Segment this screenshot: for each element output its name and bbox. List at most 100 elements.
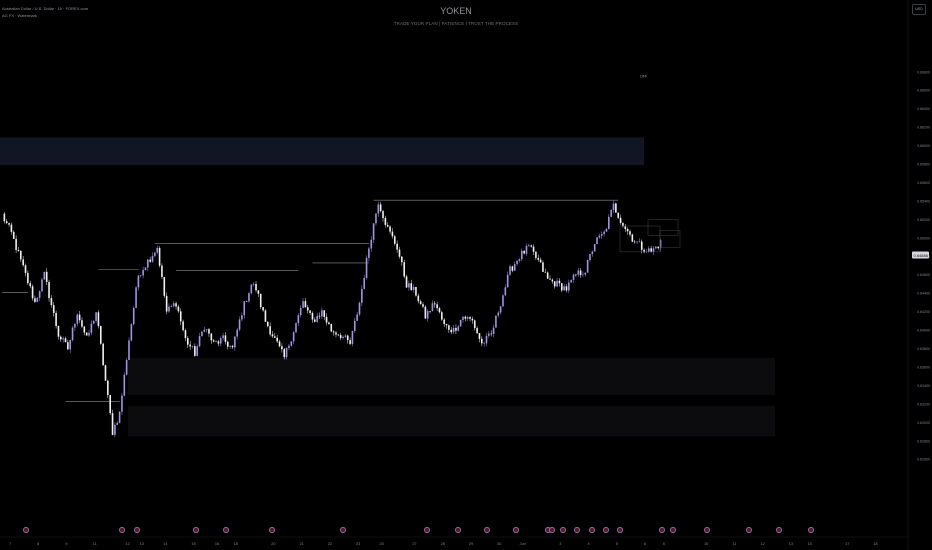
candle-body: [563, 286, 565, 291]
candle-body: [283, 349, 286, 358]
event-marker[interactable]: [193, 527, 199, 533]
candle-body: [429, 311, 431, 312]
candle-body: [532, 246, 535, 252]
candle-body: [346, 335, 349, 341]
candle-body: [38, 291, 41, 298]
candle-body: [102, 343, 104, 366]
candle-body: [64, 338, 67, 343]
candle-body: [203, 329, 206, 332]
candle-body: [125, 359, 128, 375]
candle-body: [396, 243, 398, 250]
candle-body: [179, 311, 182, 322]
candle-body: [351, 331, 354, 344]
candle-body: [466, 317, 469, 319]
candle-body: [83, 326, 86, 333]
candle-body: [264, 310, 267, 322]
event-marker[interactable]: [670, 527, 676, 533]
candle-body: [339, 335, 342, 339]
price-tick-label: 0.65200: [917, 218, 930, 222]
candle-body: [652, 248, 655, 252]
event-marker[interactable]: [340, 527, 346, 533]
candle-body: [330, 324, 333, 332]
event-marker[interactable]: [269, 527, 275, 533]
candle-body: [158, 247, 161, 266]
event-marker[interactable]: [808, 527, 814, 533]
watermark-subtitle: TRADE YOUR PLAN | PATIENCE | TRUST THE P…: [393, 21, 519, 26]
candle-body: [568, 282, 570, 291]
price-tick-label: 0.65400: [917, 199, 930, 203]
candle-body: [184, 330, 187, 339]
candle-body: [57, 325, 60, 337]
candle-body: [17, 249, 20, 251]
event-marker[interactable]: [119, 527, 125, 533]
candle-body: [570, 279, 572, 283]
event-marker[interactable]: [617, 527, 623, 533]
candle-body: [34, 298, 36, 302]
candle-body: [85, 332, 88, 336]
candle-body: [234, 336, 236, 348]
price-tick-label: 0.65000: [917, 236, 930, 240]
event-marker[interactable]: [560, 527, 566, 533]
candle-body: [208, 329, 210, 334]
candle-body: [191, 346, 194, 347]
time-tick-label: 28: [441, 542, 445, 546]
candle-body: [551, 279, 554, 282]
candle-body: [471, 318, 474, 321]
candle-body: [219, 338, 222, 344]
event-marker[interactable]: [603, 527, 609, 533]
candle-body: [248, 293, 250, 302]
candle-body: [506, 274, 509, 288]
price-tick-label: 0.63200: [917, 402, 930, 406]
event-marker[interactable]: [746, 527, 752, 533]
event-marker[interactable]: [704, 527, 710, 533]
candle-body: [441, 312, 443, 320]
candle-body: [481, 338, 483, 344]
candle-body: [189, 344, 191, 347]
event-marker[interactable]: [455, 527, 461, 533]
event-marker[interactable]: [549, 527, 555, 533]
candle-body: [215, 341, 217, 342]
event-marker[interactable]: [659, 527, 665, 533]
candle-body: [655, 246, 657, 249]
candle-body: [321, 310, 323, 317]
event-marker[interactable]: [484, 527, 490, 533]
event-marker[interactable]: [23, 527, 29, 533]
candle-body: [118, 411, 121, 423]
candle-body: [245, 301, 248, 302]
event-marker[interactable]: [574, 527, 580, 533]
candle-body: [15, 238, 17, 250]
event-marker[interactable]: [776, 527, 782, 533]
candle-body: [60, 336, 62, 340]
candle-body: [457, 326, 460, 331]
price-chart[interactable]: 0.66800 0.66600 0.66400 0.66200 0.66000 0.658…: [0, 0, 932, 550]
candle-body: [335, 332, 337, 335]
current-price-value: 0.64886: [914, 253, 929, 258]
candle-body: [349, 340, 351, 344]
price-tick-label: 0.62800: [917, 439, 930, 443]
candle-body: [20, 250, 22, 260]
time-tick-label: 29: [469, 542, 473, 546]
candle-body: [617, 212, 620, 218]
candle-body: [132, 307, 135, 325]
candle-body: [490, 333, 493, 335]
event-marker[interactable]: [589, 527, 595, 533]
candle-body: [596, 237, 598, 245]
candle-body: [262, 307, 264, 311]
candle-body: [577, 270, 580, 275]
event-marker[interactable]: [223, 527, 229, 533]
event-marker[interactable]: [424, 527, 430, 533]
currency-button[interactable]: USD: [912, 4, 926, 15]
candle-body: [8, 223, 10, 225]
time-tick-label: 16: [215, 542, 219, 546]
time-tick-label: 3: [559, 542, 561, 546]
time-tick-label: 15: [191, 542, 195, 546]
zone-labels: OFF: [640, 75, 647, 79]
event-marker[interactable]: [513, 527, 519, 533]
event-marker[interactable]: [134, 527, 140, 533]
time-tick-label: 8: [37, 542, 39, 546]
time-tick-label: 20: [271, 542, 275, 546]
candle-body: [161, 265, 163, 277]
candle-body: [354, 320, 356, 332]
candle-body: [462, 316, 464, 320]
candle-body: [163, 276, 166, 296]
